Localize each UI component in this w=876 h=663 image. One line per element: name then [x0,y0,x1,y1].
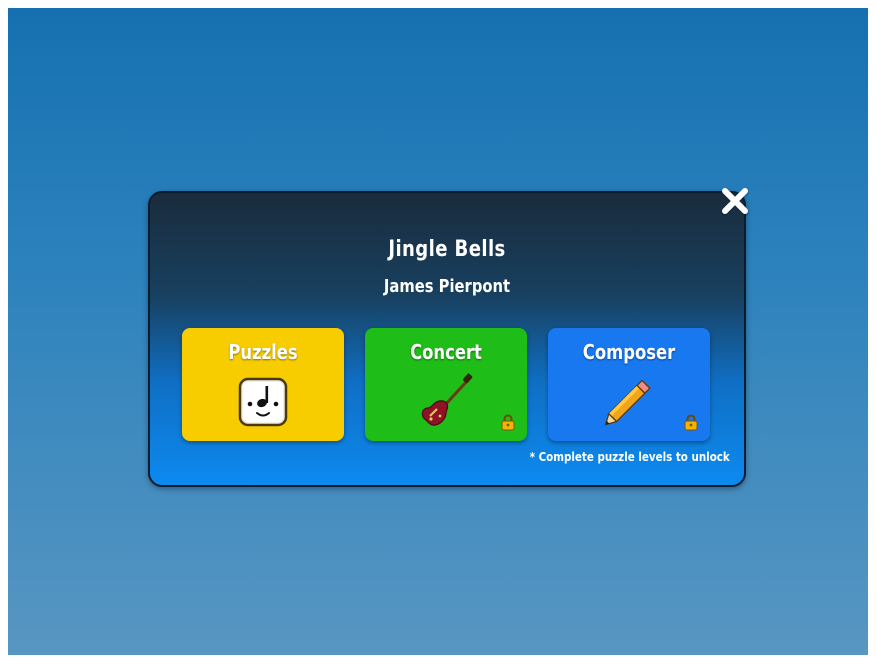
puzzles-mode-button[interactable]: Puzzles [182,328,344,441]
composer-mode-button[interactable]: Composer [548,328,710,441]
lock-icon [684,414,698,431]
electric-guitar-icon [421,373,473,426]
puzzles-label: Puzzles [228,340,298,364]
pencil-icon [604,379,651,426]
song-title: Jingle Bells [388,237,506,262]
song-author: James Pierpont [383,276,511,297]
concert-label: Concert [410,340,482,364]
unlock-hint: * Complete puzzle levels to unlock [529,450,730,464]
composer-label: Composer [582,340,676,364]
music-note-face-icon [238,377,288,427]
close-icon [721,188,749,216]
lock-icon [501,414,515,431]
close-button[interactable] [718,185,752,219]
concert-mode-button[interactable]: Concert [365,328,527,441]
